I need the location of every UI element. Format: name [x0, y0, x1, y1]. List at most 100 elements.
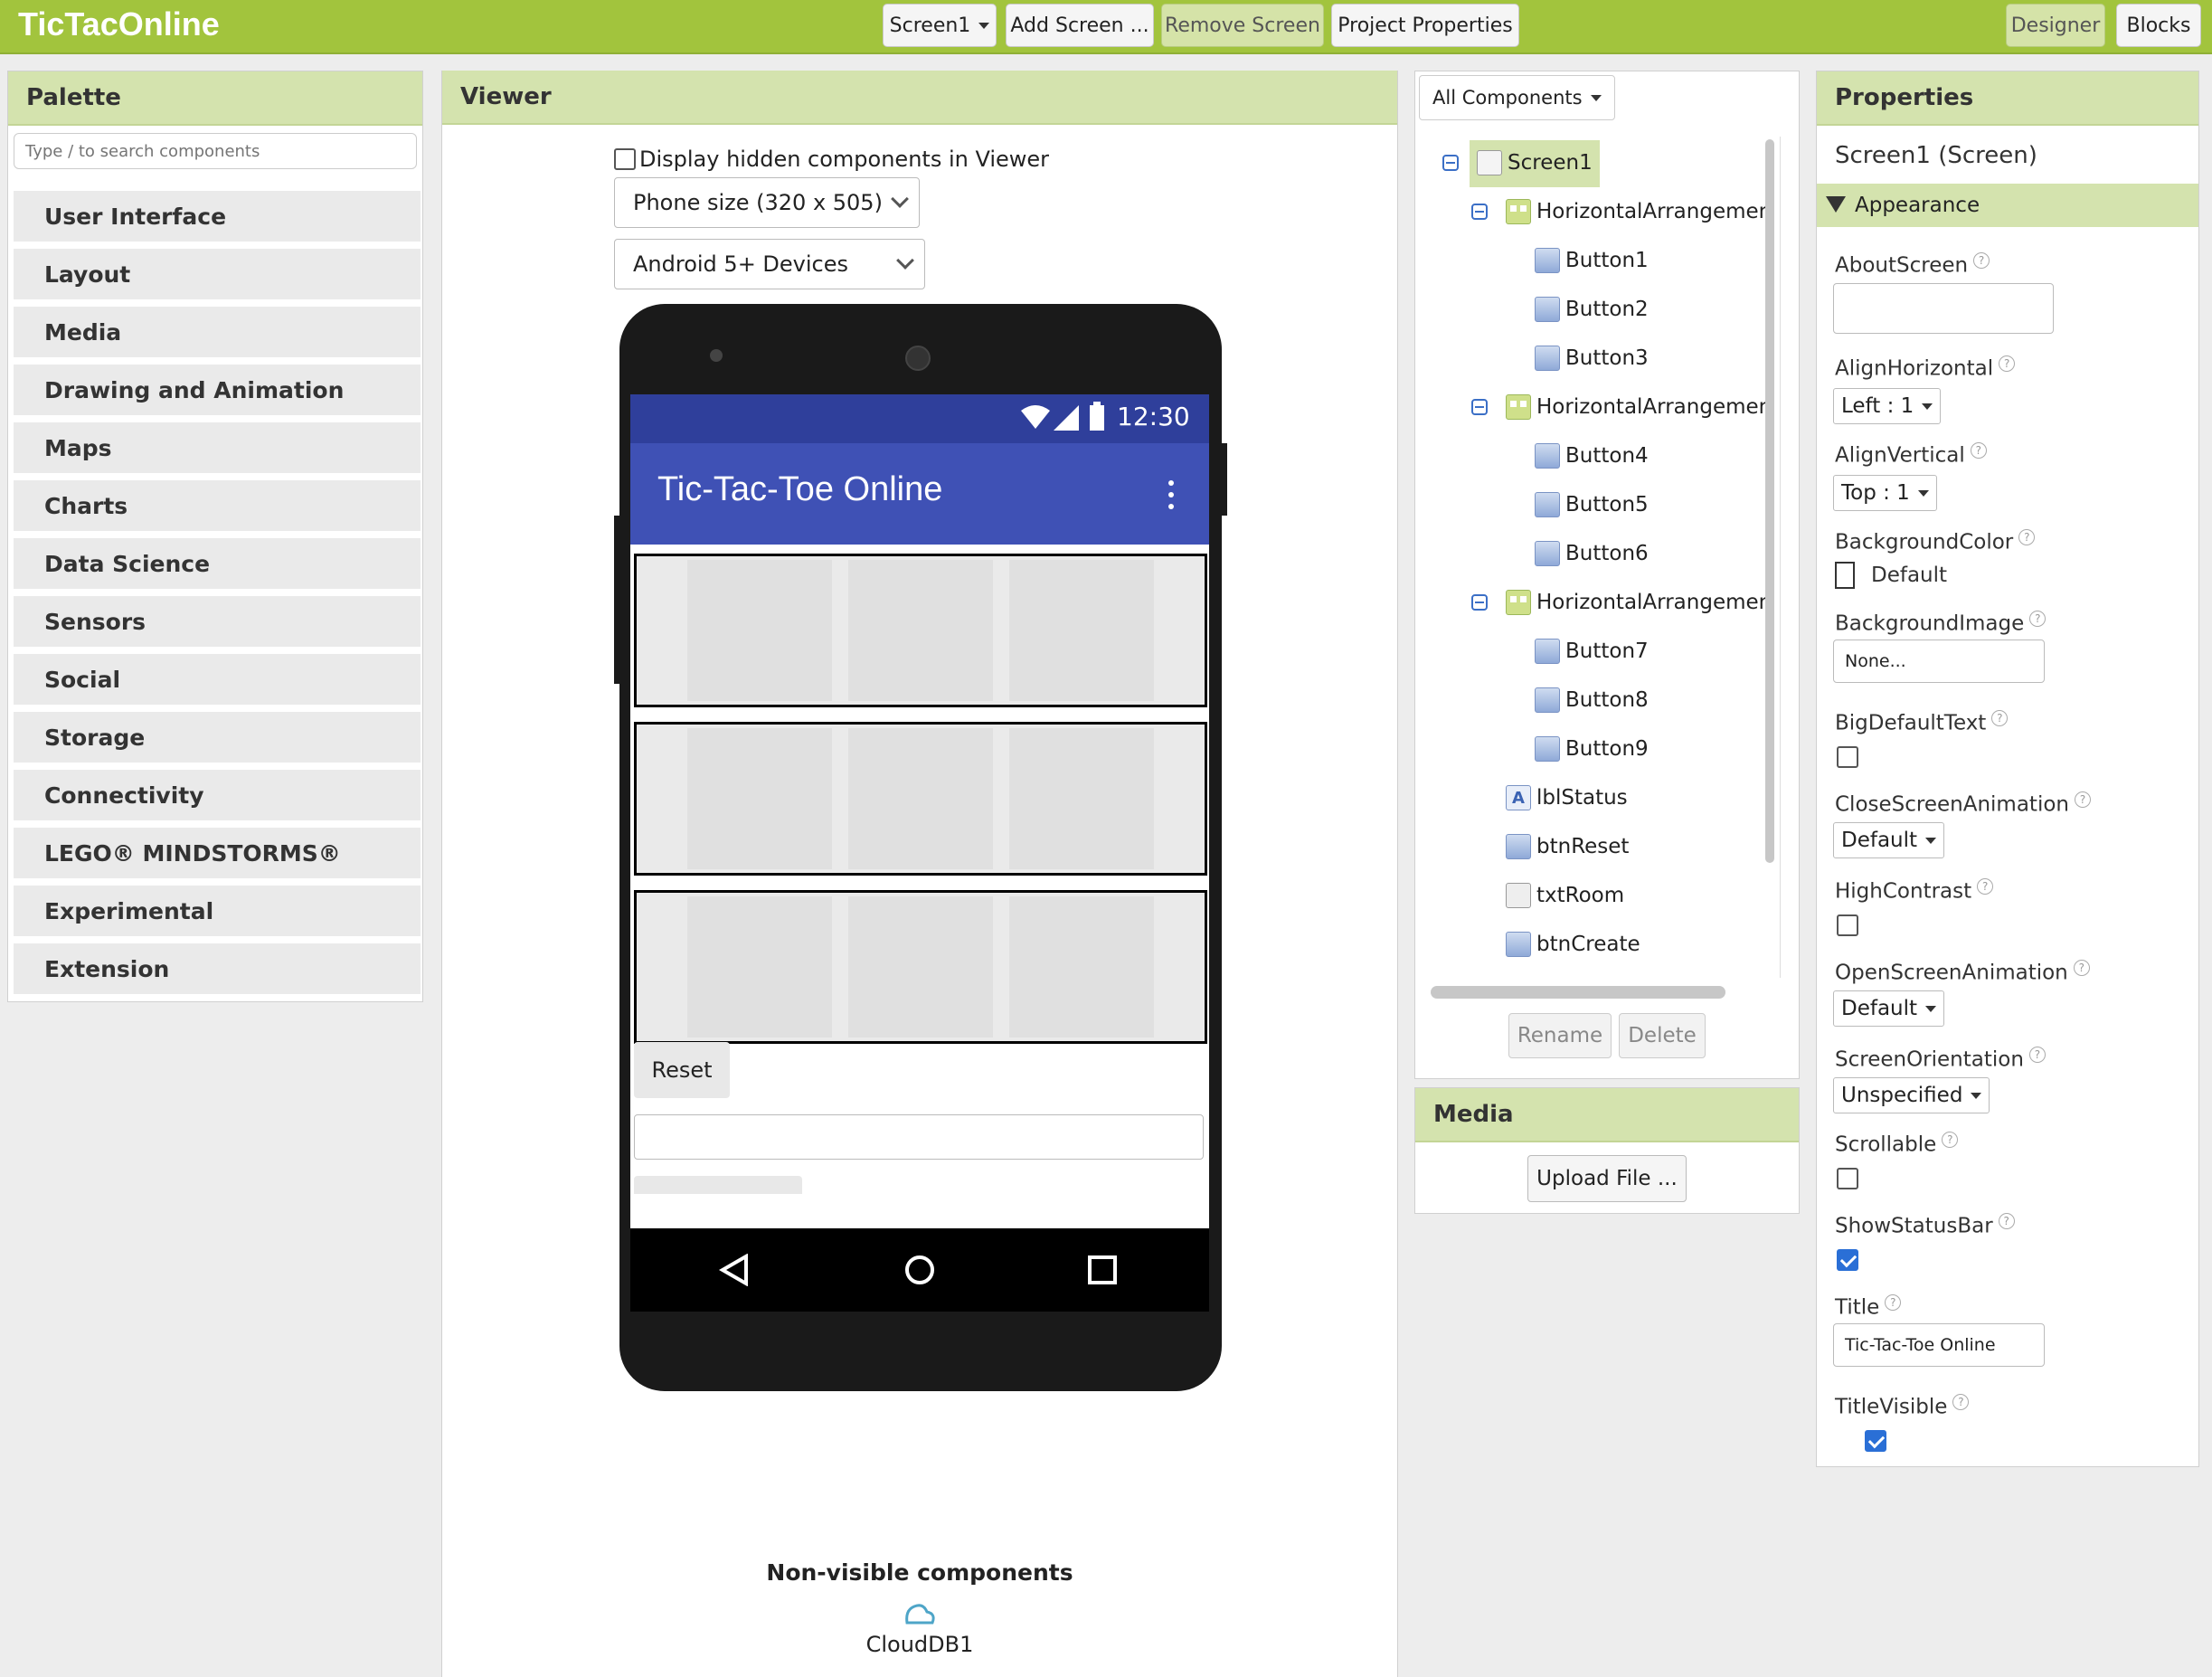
tree-node-horizontalarrangement3[interactable]: HorizontalArrangemen — [1506, 580, 1772, 625]
board-cell-button8[interactable] — [848, 896, 993, 1037]
remove-screen-button[interactable]: Remove Screen — [1161, 4, 1324, 47]
tree-node-horizontalarrangement1[interactable]: HorizontalArrangemen — [1506, 189, 1772, 234]
components-panel: All Components Screen1 HorizontalArrange… — [1414, 71, 1800, 1079]
align-vertical-dropdown[interactable]: Top : 1 — [1833, 475, 1937, 511]
about-screen-textarea[interactable] — [1833, 283, 2054, 334]
help-icon[interactable]: ? — [1973, 252, 1990, 269]
palette-category-media[interactable]: Media — [14, 303, 421, 357]
tree-node-btnreset[interactable]: btnReset — [1506, 824, 1629, 869]
palette-category-layout[interactable]: Layout — [14, 245, 421, 299]
tree-node-button9[interactable]: Button9 — [1535, 726, 1649, 772]
background-image-picker[interactable]: None... — [1833, 640, 2045, 683]
reset-button[interactable]: Reset — [634, 1042, 730, 1098]
screen-orientation-dropdown[interactable]: Unspecified — [1833, 1077, 1990, 1113]
phone-size-select[interactable]: Phone size (320 x 505) — [614, 177, 920, 228]
board-cell-button3[interactable] — [1009, 560, 1154, 701]
delete-button[interactable]: Delete — [1619, 1013, 1706, 1058]
palette-category-storage[interactable]: Storage — [14, 708, 421, 763]
help-icon[interactable]: ? — [1970, 442, 1987, 459]
help-icon[interactable]: ? — [1999, 355, 2016, 372]
room-input[interactable] — [634, 1114, 1204, 1160]
palette-category-social[interactable]: Social — [14, 650, 421, 705]
big-default-text-checkbox[interactable] — [1837, 746, 1858, 768]
appearance-section-header[interactable]: Appearance — [1817, 184, 2198, 227]
open-screen-animation-dropdown[interactable]: Default — [1833, 990, 1945, 1027]
create-button[interactable] — [634, 1176, 802, 1194]
board-cell-button5[interactable] — [848, 728, 993, 869]
palette-category-drawing-animation[interactable]: Drawing and Animation — [14, 361, 421, 415]
board-cell-button9[interactable] — [1009, 896, 1154, 1037]
palette-search-input[interactable] — [14, 133, 417, 169]
tree-node-button4[interactable]: Button4 — [1535, 433, 1649, 478]
help-icon[interactable]: ? — [1952, 1394, 1970, 1410]
help-icon[interactable]: ? — [1998, 1213, 2015, 1229]
add-screen-button[interactable]: Add Screen ... — [1006, 4, 1154, 47]
tree-horizontal-scrollbar[interactable] — [1431, 986, 1725, 999]
tree-node-btncreate[interactable]: btnCreate — [1506, 922, 1640, 967]
upload-file-button[interactable]: Upload File ... — [1527, 1155, 1687, 1202]
rename-button[interactable]: Rename — [1508, 1013, 1612, 1058]
scrollable-checkbox[interactable] — [1837, 1168, 1858, 1189]
palette-category-experimental[interactable]: Experimental — [14, 882, 421, 936]
collapse-icon[interactable] — [1471, 204, 1488, 220]
tree-node-lblstatus[interactable]: AlblStatus — [1506, 775, 1628, 820]
help-icon[interactable]: ? — [2075, 791, 2091, 808]
help-icon[interactable]: ? — [1991, 710, 2009, 726]
tree-node-button8[interactable]: Button8 — [1535, 677, 1649, 723]
help-icon[interactable]: ? — [1942, 1132, 1959, 1148]
tree-node-button1[interactable]: Button1 — [1535, 238, 1649, 283]
palette-category-sensors[interactable]: Sensors — [14, 592, 421, 647]
board-cell-button4[interactable] — [687, 728, 832, 869]
align-horizontal-dropdown[interactable]: Left : 1 — [1833, 388, 1942, 424]
designer-button[interactable]: Designer — [2006, 4, 2105, 47]
prop-label-text: AlignVertical — [1835, 443, 1965, 468]
title-visible-checkbox[interactable] — [1865, 1430, 1886, 1452]
collapse-icon[interactable] — [1471, 594, 1488, 611]
palette-category-data-science[interactable]: Data Science — [14, 535, 421, 589]
board-cell-button7[interactable] — [687, 896, 832, 1037]
home-icon — [905, 1255, 934, 1284]
help-icon[interactable]: ? — [2073, 960, 2090, 976]
close-screen-animation-dropdown[interactable]: Default — [1833, 822, 1945, 858]
help-icon[interactable]: ? — [1977, 878, 1994, 895]
device-select[interactable]: Android 5+ Devices — [614, 239, 925, 289]
tree-node-button7[interactable]: Button7 — [1535, 629, 1649, 674]
tree-node-txtroom[interactable]: txtRoom — [1506, 873, 1624, 918]
tree-node-screen1[interactable]: Screen1 — [1477, 140, 1593, 185]
components-filter-dropdown[interactable]: All Components — [1419, 75, 1615, 120]
palette-category-connectivity[interactable]: Connectivity — [14, 766, 421, 820]
board-cell-button2[interactable] — [848, 560, 993, 701]
tree-node-button6[interactable]: Button6 — [1535, 531, 1649, 576]
show-hidden-checkbox[interactable] — [614, 148, 636, 170]
palette-category-lego-mindstorms[interactable]: LEGO® MINDSTORMS® — [14, 824, 421, 878]
palette-category-user-interface[interactable]: User Interface — [14, 187, 421, 242]
board-cell-button6[interactable] — [1009, 728, 1154, 869]
clouddb-component-label[interactable]: CloudDB1 — [442, 1632, 1397, 1657]
project-properties-button[interactable]: Project Properties — [1331, 4, 1519, 47]
help-icon[interactable]: ? — [1885, 1294, 1902, 1311]
tree-node-horizontalarrangement2[interactable]: HorizontalArrangemen — [1506, 384, 1772, 430]
collapse-icon[interactable] — [1471, 399, 1488, 415]
blocks-button[interactable]: Blocks — [2116, 4, 2201, 47]
screen-select-button[interactable]: Screen1 — [883, 4, 997, 47]
show-status-bar-checkbox[interactable] — [1837, 1249, 1858, 1271]
appearance-section-label: Appearance — [1855, 194, 1980, 217]
tree-node-button3[interactable]: Button3 — [1535, 336, 1649, 381]
palette-category-charts[interactable]: Charts — [14, 477, 421, 531]
help-icon[interactable]: ? — [2018, 529, 2036, 545]
background-color-picker[interactable]: Default — [1835, 562, 1947, 589]
tree-vertical-scrollbar[interactable] — [1765, 139, 1774, 863]
tree-node-button2[interactable]: Button2 — [1535, 287, 1649, 332]
board-cell-button1[interactable] — [687, 560, 832, 701]
palette-category-maps[interactable]: Maps — [14, 419, 421, 473]
collapse-icon[interactable] — [1442, 155, 1459, 171]
palette-category-extension[interactable]: Extension — [14, 940, 421, 994]
help-icon[interactable]: ? — [2028, 1047, 2046, 1063]
color-swatch — [1835, 562, 1855, 589]
tree-node-button5[interactable]: Button5 — [1535, 482, 1649, 527]
show-hidden-label: Display hidden components in Viewer — [639, 147, 1050, 172]
show-hidden-toggle[interactable]: Display hidden components in Viewer — [614, 147, 1049, 172]
high-contrast-checkbox[interactable] — [1837, 914, 1858, 936]
help-icon[interactable]: ? — [2029, 611, 2047, 627]
title-input[interactable]: Tic-Tac-Toe Online — [1833, 1323, 2045, 1367]
